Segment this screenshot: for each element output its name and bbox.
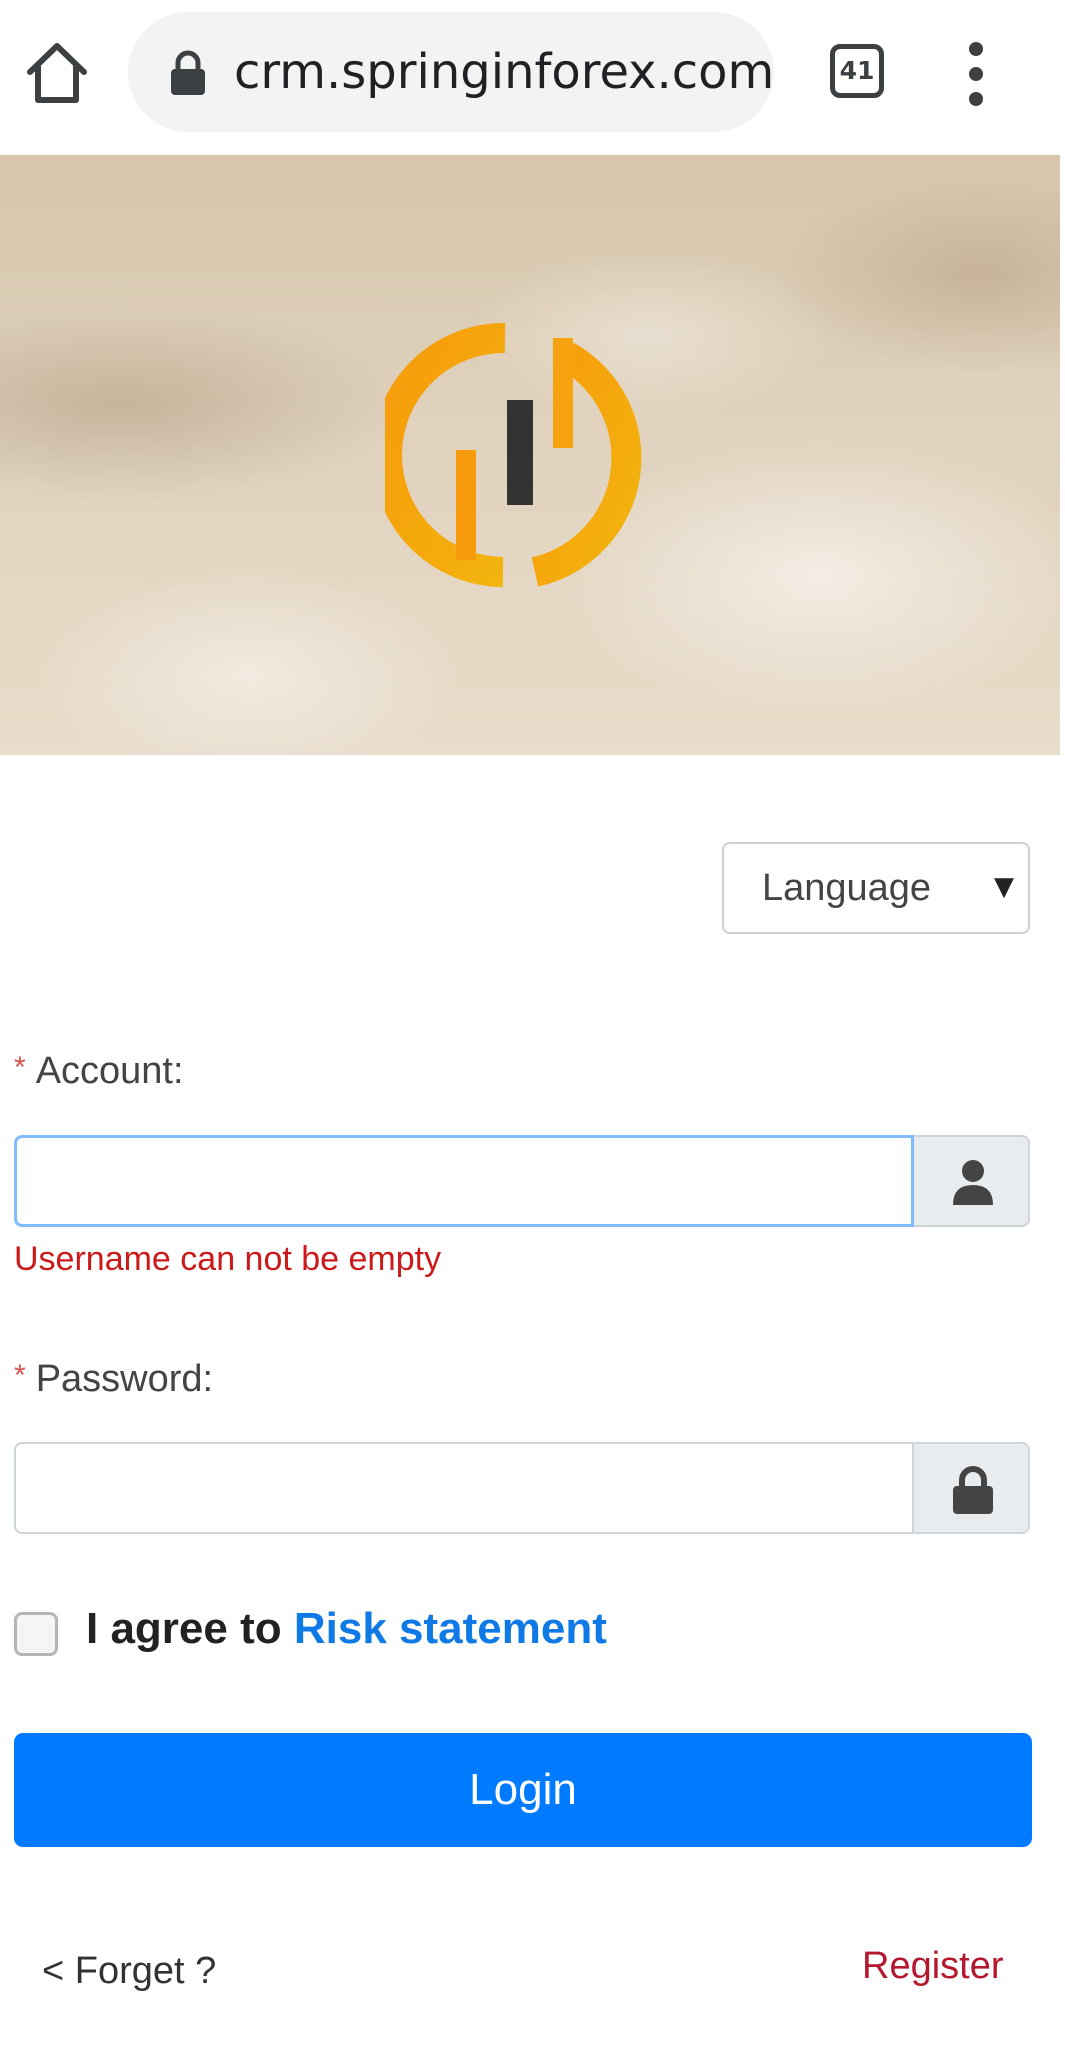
password-label-text: Password: bbox=[35, 1358, 214, 1400]
agree-prefix: I agree to bbox=[86, 1604, 282, 1653]
agree-text: I agree to Risk statement bbox=[86, 1604, 607, 1654]
home-icon[interactable] bbox=[22, 38, 92, 108]
register-link[interactable]: Register bbox=[862, 1945, 1004, 1988]
tab-switcher-icon[interactable]: 41 bbox=[830, 44, 884, 98]
account-error-message: Username can not be empty bbox=[14, 1240, 442, 1278]
password-label: * Password: bbox=[14, 1358, 213, 1401]
login-button[interactable]: Login bbox=[14, 1733, 1032, 1847]
user-icon bbox=[953, 1160, 993, 1205]
account-addon bbox=[914, 1135, 1030, 1227]
browser-toolbar: crm.springinforex.com 41 bbox=[0, 0, 1065, 155]
chevron-down-icon: ▼ bbox=[994, 872, 1014, 902]
lock-icon bbox=[953, 1466, 993, 1514]
lock-icon bbox=[170, 50, 206, 96]
required-mark: * bbox=[14, 1051, 26, 1084]
agree-checkbox[interactable] bbox=[14, 1612, 58, 1656]
password-addon bbox=[914, 1442, 1030, 1534]
hero-banner bbox=[0, 155, 1060, 755]
power-logo-icon bbox=[372, 320, 655, 590]
url-text: crm.springinforex.com bbox=[234, 44, 775, 100]
required-mark: * bbox=[14, 1359, 26, 1392]
password-input-group bbox=[14, 1442, 1030, 1534]
risk-statement-link[interactable]: Risk statement bbox=[294, 1604, 607, 1653]
language-select-value: Language bbox=[762, 867, 932, 909]
account-input-group bbox=[14, 1135, 1030, 1227]
address-bar[interactable]: crm.springinforex.com bbox=[128, 12, 774, 132]
account-input[interactable] bbox=[14, 1135, 914, 1227]
password-input[interactable] bbox=[14, 1442, 914, 1534]
account-label: * Account: bbox=[14, 1050, 184, 1093]
forget-password-link[interactable]: < Forget ? bbox=[42, 1950, 216, 1993]
language-select[interactable]: Language ▼ bbox=[722, 842, 1030, 934]
more-vert-icon[interactable] bbox=[964, 42, 988, 106]
account-label-text: Account: bbox=[35, 1050, 184, 1092]
